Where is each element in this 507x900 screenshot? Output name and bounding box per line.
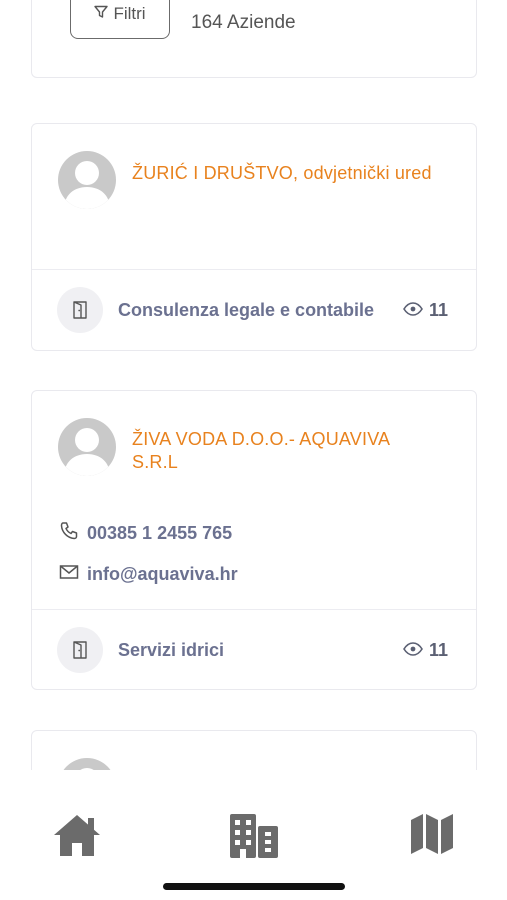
filter-bar: Filtri 164 Aziende [31, 0, 477, 78]
filter-icon [94, 4, 109, 24]
user-avatar-placeholder [58, 151, 116, 209]
email-address[interactable]: info@aquaviva.hr [87, 564, 238, 585]
home-icon [52, 815, 102, 862]
company-card[interactable]: ŽIVA VODA D.O.O.- AQUAVIVA S.R.L 00385 1… [31, 390, 477, 690]
eye-icon [403, 300, 423, 321]
divider [32, 609, 476, 610]
company-name[interactable]: ŽURIĆ I DRUŠTVO, odvjetnički ured [132, 162, 432, 185]
view-count-value: 11 [428, 300, 448, 320]
nav-map[interactable] [410, 812, 454, 861]
eye-icon [403, 640, 423, 661]
view-count: 11 [403, 640, 448, 661]
user-avatar-placeholder [58, 418, 116, 476]
company-card[interactable]: ŽURIĆ I DRUŠTVO, odvjetnički ured Consul… [31, 123, 477, 351]
mail-icon [59, 564, 79, 585]
nav-companies[interactable] [229, 812, 279, 863]
divider [32, 269, 476, 270]
phone-row[interactable]: 00385 1 2455 765 [59, 521, 232, 546]
phone-icon [59, 521, 79, 546]
home-indicator [163, 883, 345, 890]
nav-home[interactable] [52, 812, 102, 863]
view-count-value: 11 [428, 640, 448, 660]
view-count: 11 [403, 300, 448, 321]
door-icon [57, 627, 103, 673]
bottom-navigation [0, 770, 507, 900]
buildings-icon [229, 814, 279, 862]
filter-button[interactable]: Filtri [70, 0, 170, 39]
map-icon [410, 814, 454, 860]
company-count: 164 Aziende [191, 12, 296, 33]
phone-number[interactable]: 00385 1 2455 765 [87, 523, 232, 544]
door-icon [57, 287, 103, 333]
category-label: Consulenza legale e contabile [118, 300, 375, 320]
category-label: Servizi idrici [118, 640, 225, 660]
email-row[interactable]: info@aquaviva.hr [59, 564, 238, 585]
company-name[interactable]: ŽIVA VODA D.O.O.- AQUAVIVA S.R.L [132, 428, 432, 474]
filter-button-label: Filtri [113, 4, 146, 23]
